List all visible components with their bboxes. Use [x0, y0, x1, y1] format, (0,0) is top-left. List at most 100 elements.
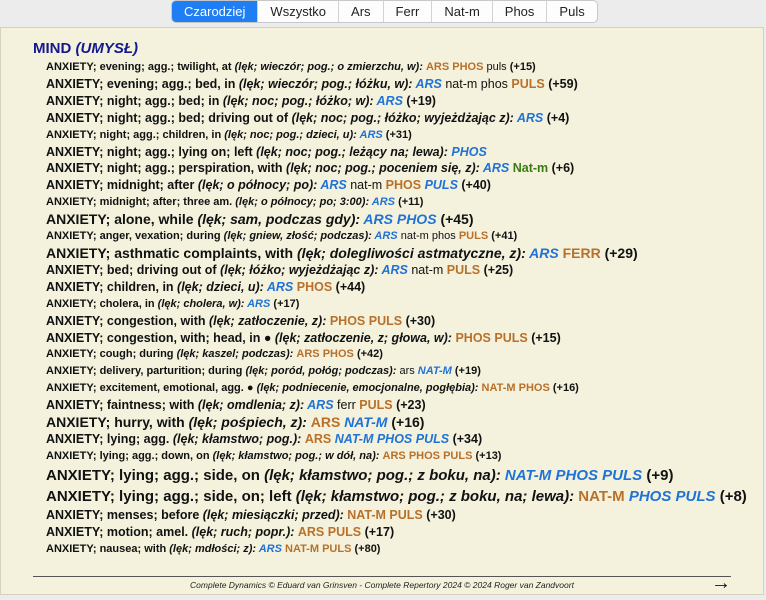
remedy-ferr[interactable]: ferr: [337, 398, 356, 412]
remedy-puls[interactable]: PULS: [676, 488, 716, 505]
remedy-phos[interactable]: PHOS: [409, 450, 440, 462]
remedy-phos[interactable]: PHOS: [519, 382, 550, 394]
remedy-ars[interactable]: ARS: [483, 161, 509, 175]
remedy-puls[interactable]: PULS: [416, 432, 449, 446]
rubric-row[interactable]: ANXIETY; congestion, with; head, in ● (l…: [46, 330, 753, 347]
remedy-count[interactable]: (+13): [475, 450, 501, 462]
rubric-row[interactable]: ANXIETY; night; agg.; bed; in (lęk; noc;…: [46, 93, 753, 110]
rubric-row[interactable]: ANXIETY; lying; agg.; side, on (lęk; kła…: [46, 465, 753, 486]
remedy-ars[interactable]: ARS: [426, 61, 449, 73]
remedy-phos[interactable]: PHOS: [555, 467, 598, 484]
remedy-count[interactable]: (+25): [484, 263, 514, 277]
remedy-puls[interactable]: PULS: [328, 525, 361, 539]
remedy-ars[interactable]: ARS: [307, 398, 333, 412]
remedy-ars[interactable]: ARS: [259, 543, 282, 555]
remedy-phos[interactable]: phos: [432, 230, 456, 242]
remedy-puls[interactable]: PULS: [425, 178, 458, 192]
remedy-nat-m[interactable]: Nat-m: [513, 161, 548, 175]
remedy-ars[interactable]: ARS: [311, 414, 341, 430]
tab-ferr[interactable]: Ferr: [382, 1, 432, 22]
remedy-phos[interactable]: PHOS: [397, 211, 437, 227]
remedy-count[interactable]: (+15): [510, 61, 536, 73]
remedy-count[interactable]: (+11): [398, 196, 423, 208]
remedy-count[interactable]: (+42): [357, 348, 383, 360]
remedy-nat-m[interactable]: NAT-M: [505, 467, 551, 484]
remedy-ars[interactable]: ARS: [381, 263, 407, 277]
remedy-ars[interactable]: ars: [399, 365, 414, 377]
remedy-nat-m[interactable]: nat-m: [401, 230, 429, 242]
remedy-phos[interactable]: PHOS: [297, 280, 332, 294]
remedy-puls[interactable]: PULS: [511, 77, 544, 91]
remedy-count[interactable]: (+19): [406, 94, 436, 108]
remedy-phos[interactable]: PHOS: [451, 145, 486, 159]
rubric-row[interactable]: ANXIETY; motion; amel. (lęk; ruch; popr.…: [46, 524, 753, 541]
rubric-row[interactable]: ANXIETY; delivery, parturition; during (…: [46, 363, 753, 380]
rubric-row[interactable]: ANXIETY; congestion, with (lęk; zatłocze…: [46, 313, 753, 330]
remedy-ferr[interactable]: FERR: [563, 245, 601, 261]
remedy-ars[interactable]: ARS: [267, 280, 293, 294]
rubric-row[interactable]: ANXIETY; lying; agg. (lęk; kłamstwo; pog…: [46, 431, 753, 448]
remedy-ars[interactable]: ARS: [517, 111, 543, 125]
rubric-row[interactable]: ANXIETY; excitement, emotional, agg. ● (…: [46, 380, 753, 397]
rubric-row[interactable]: ANXIETY; cough; during (lęk; kaszel; pod…: [46, 346, 753, 363]
rubric-row[interactable]: ANXIETY; menses; before (lęk; miesiączki…: [46, 507, 753, 524]
remedy-phos[interactable]: PHOS: [629, 488, 672, 505]
rubric-row[interactable]: ANXIETY; midnight; after; three am. (lęk…: [46, 194, 753, 211]
remedy-puls[interactable]: PULS: [494, 331, 527, 345]
remedy-puls[interactable]: PULS: [369, 314, 402, 328]
remedy-ars[interactable]: ARS: [372, 196, 395, 208]
tab-czarodziej[interactable]: Czarodziej: [172, 1, 258, 22]
rubric-row[interactable]: ANXIETY; faintness; with (lęk; omdlenia;…: [46, 397, 753, 414]
remedy-ars[interactable]: ARS: [305, 432, 331, 446]
remedy-count[interactable]: (+17): [365, 525, 395, 539]
remedy-count[interactable]: (+41): [491, 230, 517, 242]
rubric-row[interactable]: ANXIETY; anger, vexation; during (lęk; g…: [46, 228, 753, 245]
remedy-count[interactable]: (+6): [552, 161, 575, 175]
remedy-phos[interactable]: PHOS: [452, 61, 483, 73]
remedy-ars[interactable]: ARS: [296, 348, 319, 360]
remedy-ars[interactable]: ARS: [529, 245, 559, 261]
rubric-row[interactable]: ANXIETY; night; agg.; children, in (lęk;…: [46, 127, 753, 144]
rubric-row[interactable]: ANXIETY; midnight; after (lęk; o północy…: [46, 177, 753, 194]
remedy-nat-m[interactable]: NAT-M: [344, 414, 387, 430]
remedy-puls[interactable]: PULS: [389, 508, 422, 522]
rubric-row[interactable]: ANXIETY; alone, while (lęk; sam, podczas…: [46, 211, 753, 228]
remedy-count[interactable]: (+9): [646, 467, 673, 484]
remedy-nat-m[interactable]: nat-m: [445, 77, 477, 91]
remedy-puls[interactable]: PULS: [459, 230, 488, 242]
remedy-count[interactable]: (+80): [354, 543, 380, 555]
remedy-puls[interactable]: PULS: [359, 398, 392, 412]
remedy-phos[interactable]: PHOS: [386, 178, 421, 192]
remedy-nat-m[interactable]: NAT-M: [418, 365, 452, 377]
tab-wszystko[interactable]: Wszystko: [257, 1, 338, 22]
rubric-row[interactable]: ANXIETY; evening; agg.; bed, in (lęk; wi…: [46, 76, 753, 93]
remedy-count[interactable]: (+31): [386, 129, 412, 141]
remedy-nat-m[interactable]: NAT-M: [335, 432, 374, 446]
remedy-phos[interactable]: PHOS: [323, 348, 354, 360]
remedy-phos[interactable]: PHOS: [455, 331, 490, 345]
rubric-row[interactable]: ANXIETY; lying; agg.; down, on (lęk; kła…: [46, 448, 753, 465]
rubric-row[interactable]: ANXIETY; night; agg.; bed; driving out o…: [46, 110, 753, 127]
remedy-count[interactable]: (+17): [273, 298, 299, 310]
remedy-ars[interactable]: ARS: [377, 94, 403, 108]
remedy-ars[interactable]: ARS: [383, 450, 406, 462]
remedy-nat-m[interactable]: NAT-M: [347, 508, 386, 522]
remedy-count[interactable]: (+40): [461, 178, 491, 192]
remedy-count[interactable]: (+4): [547, 111, 570, 125]
remedy-count[interactable]: (+16): [391, 414, 424, 430]
tab-phos[interactable]: Phos: [491, 1, 547, 22]
remedy-count[interactable]: (+15): [531, 331, 561, 345]
remedy-count[interactable]: (+44): [336, 280, 366, 294]
remedy-count[interactable]: (+23): [396, 398, 426, 412]
rubric-row[interactable]: ANXIETY; children, in (lęk; dzieci, u): …: [46, 279, 753, 296]
remedy-ars[interactable]: ARS: [415, 77, 441, 91]
remedy-count[interactable]: (+8): [720, 488, 747, 505]
remedy-ars[interactable]: ARS: [374, 230, 397, 242]
remedy-puls[interactable]: PULS: [443, 450, 472, 462]
rubric-row[interactable]: ANXIETY; evening; agg.; twilight, at (lę…: [46, 59, 753, 76]
rubric-row[interactable]: ANXIETY; bed; driving out of (lęk; łóżko…: [46, 262, 753, 279]
remedy-count[interactable]: (+30): [406, 314, 436, 328]
remedy-count[interactable]: (+19): [455, 365, 481, 377]
remedy-count[interactable]: (+16): [553, 382, 579, 394]
remedy-nat-m[interactable]: nat-m: [411, 263, 443, 277]
